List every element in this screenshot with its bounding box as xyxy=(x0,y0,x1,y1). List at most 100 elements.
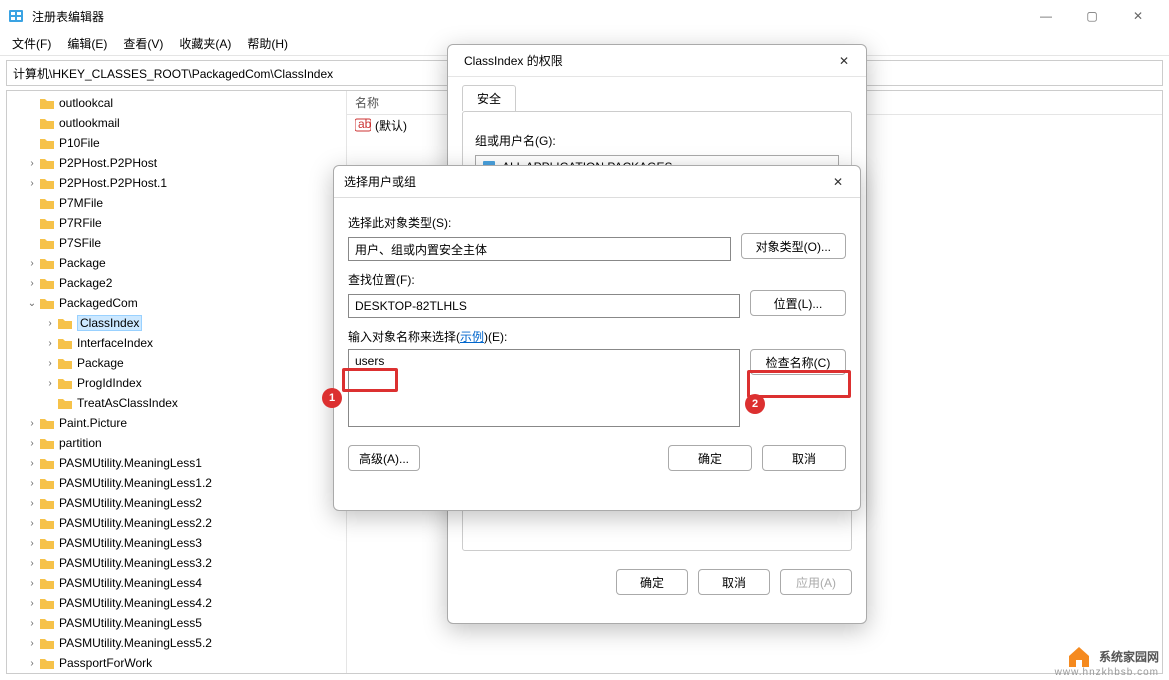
tree-item-P10File[interactable]: P10File xyxy=(7,133,346,153)
tree-item-PASMUtility-MeaningLess1[interactable]: ›PASMUtility.MeaningLess1 xyxy=(7,453,346,473)
expand-icon[interactable]: › xyxy=(43,378,57,389)
expand-icon[interactable]: › xyxy=(25,278,39,289)
expand-icon[interactable]: › xyxy=(25,658,39,669)
perm-apply-button[interactable]: 应用(A) xyxy=(780,569,852,595)
tree-item-P7SFile[interactable]: P7SFile xyxy=(7,233,346,253)
select-cancel-button[interactable]: 取消 xyxy=(762,445,846,471)
tree-item-PASMUtility-MeaningLess4-2[interactable]: › PASMUtility.MeaningLess4.2 xyxy=(7,593,346,613)
tree-item-ClassIndex[interactable]: ›ClassIndex xyxy=(7,313,346,333)
tree-item-Package[interactable]: ›Package xyxy=(7,353,346,373)
expand-icon[interactable]: › xyxy=(43,358,57,369)
select-close-button[interactable]: ✕ xyxy=(826,170,850,194)
titlebar: 注册表编辑器 — ▢ ✕ xyxy=(0,0,1169,32)
tree-item-PASMUtility-MeaningLess1-2[interactable]: ›PASMUtility.MeaningLess1.2 xyxy=(7,473,346,493)
expand-icon[interactable]: › xyxy=(25,178,39,189)
folder-icon xyxy=(57,356,73,370)
select-advanced-button[interactable]: 高级(A)... xyxy=(348,445,420,471)
examples-link[interactable]: 示例 xyxy=(460,330,484,344)
tree-label: PASMUtility.MeaningLess3 xyxy=(59,536,202,550)
folder-icon xyxy=(39,556,55,570)
tree-pane[interactable]: outlookcaloutlookmailP10File›P2PHost.P2P… xyxy=(7,91,347,673)
expand-icon[interactable]: › xyxy=(43,318,57,329)
expand-icon[interactable]: › xyxy=(25,538,39,549)
menu-help[interactable]: 帮助(H) xyxy=(239,33,296,54)
tab-security[interactable]: 安全 xyxy=(462,85,516,111)
tree-item-PASMUtility-MeaningLess2[interactable]: ›PASMUtility.MeaningLess2 xyxy=(7,493,346,513)
tree-label: PackagedCom xyxy=(59,296,138,310)
expand-icon[interactable]: › xyxy=(25,618,39,629)
tree-item-P7MFile[interactable]: P7MFile xyxy=(7,193,346,213)
tree-label: PASMUtility.MeaningLess2.2 xyxy=(59,516,212,530)
tree-item-PackagedCom[interactable]: ⌄ PackagedCom xyxy=(7,293,346,313)
folder-icon xyxy=(39,536,55,550)
perm-cancel-button[interactable]: 取消 xyxy=(698,569,770,595)
folder-icon xyxy=(39,96,55,110)
tree-item-PASMUtility-MeaningLess2-2[interactable]: › PASMUtility.MeaningLess2.2 xyxy=(7,513,346,533)
menu-favorites[interactable]: 收藏夹(A) xyxy=(171,33,239,54)
folder-icon xyxy=(39,156,55,170)
maximize-button[interactable]: ▢ xyxy=(1069,0,1115,32)
menu-file[interactable]: 文件(F) xyxy=(4,33,59,54)
expand-icon[interactable]: › xyxy=(43,338,57,349)
expand-icon[interactable]: › xyxy=(25,478,39,489)
string-value-icon: ab xyxy=(355,118,371,132)
expand-icon[interactable]: › xyxy=(25,418,39,429)
tree-label: PASMUtility.MeaningLess4.2 xyxy=(59,596,212,610)
permissions-dialog-titlebar[interactable]: ClassIndex 的权限 ✕ xyxy=(448,45,866,77)
tree-item-P7RFile[interactable]: P7RFile xyxy=(7,213,346,233)
select-ok-button[interactable]: 确定 xyxy=(668,445,752,471)
folder-icon xyxy=(57,376,73,390)
menu-view[interactable]: 查看(V) xyxy=(115,33,171,54)
menu-edit[interactable]: 编辑(E) xyxy=(59,33,115,54)
tree-item-TreatAsClassIndex[interactable]: TreatAsClassIndex xyxy=(7,393,346,413)
expand-icon[interactable]: › xyxy=(25,518,39,529)
expand-icon[interactable]: › xyxy=(25,258,39,269)
expand-icon[interactable]: › xyxy=(25,598,39,609)
watermark-text: 系统家园网 xyxy=(1099,648,1159,665)
tree-item-PASMUtility-MeaningLess5-2[interactable]: › PASMUtility.MeaningLess5.2 xyxy=(7,633,346,653)
location-value: DESKTOP-82TLHLS xyxy=(355,299,467,313)
folder-icon xyxy=(39,636,55,650)
expand-icon[interactable]: › xyxy=(25,458,39,469)
tree-item-PASMUtility-MeaningLess4[interactable]: ›PASMUtility.MeaningLess4 xyxy=(7,573,346,593)
object-types-button[interactable]: 对象类型(O)... xyxy=(741,233,846,259)
names-textarea[interactable]: users xyxy=(348,349,740,427)
tree-item-outlookmail[interactable]: outlookmail xyxy=(7,113,346,133)
folder-icon xyxy=(39,276,55,290)
perm-ok-button[interactable]: 确定 xyxy=(616,569,688,595)
expand-icon[interactable]: › xyxy=(25,158,39,169)
tree-item-Package[interactable]: ›Package xyxy=(7,253,346,273)
tree-item-InterfaceIndex[interactable]: ›InterfaceIndex xyxy=(7,333,346,353)
expand-icon[interactable]: ⌄ xyxy=(25,298,39,309)
tree-item-P2PHost-P2PHost-1[interactable]: ›P2PHost.P2PHost.1 xyxy=(7,173,346,193)
folder-icon xyxy=(39,296,55,310)
tree-item-outlookcal[interactable]: outlookcal xyxy=(7,93,346,113)
select-dialog-titlebar[interactable]: 选择用户或组 ✕ xyxy=(334,166,860,198)
expand-icon[interactable]: › xyxy=(25,558,39,569)
tree-item-Paint-Picture[interactable]: ›Paint.Picture xyxy=(7,413,346,433)
locations-button[interactable]: 位置(L)... xyxy=(750,290,846,316)
minimize-button[interactable]: — xyxy=(1023,0,1069,32)
names-label-pre: 输入对象名称来选择( xyxy=(348,330,460,344)
tree-item-PASMUtility-MeaningLess5[interactable]: ›PASMUtility.MeaningLess5 xyxy=(7,613,346,633)
tree-item-PASMUtility-MeaningLess3[interactable]: › PASMUtility.MeaningLess3 xyxy=(7,533,346,553)
expand-icon[interactable]: › xyxy=(25,578,39,589)
tree-item-P2PHost-P2PHost[interactable]: ›P2PHost.P2PHost xyxy=(7,153,346,173)
tree-label: P7MFile xyxy=(59,196,103,210)
permissions-close-button[interactable]: ✕ xyxy=(832,49,856,73)
tree-item-Package2[interactable]: ›Package2 xyxy=(7,273,346,293)
tree-item-PassportForWork[interactable]: ›PassportForWork xyxy=(7,653,346,673)
tree-label: PASMUtility.MeaningLess5.2 xyxy=(59,636,212,650)
expand-icon[interactable]: › xyxy=(25,638,39,649)
check-names-button[interactable]: 检查名称(C) xyxy=(750,349,846,375)
select-dialog-title: 选择用户或组 xyxy=(344,173,826,190)
expand-icon[interactable]: › xyxy=(25,498,39,509)
tree-item-ProgIdIndex[interactable]: ›ProgIdIndex xyxy=(7,373,346,393)
tree-item-PASMUtility-MeaningLess3-2[interactable]: ›PASMUtility.MeaningLess3.2 xyxy=(7,553,346,573)
folder-icon xyxy=(39,436,55,450)
folder-icon xyxy=(39,516,55,530)
expand-icon[interactable]: › xyxy=(25,438,39,449)
close-button[interactable]: ✕ xyxy=(1115,0,1161,32)
watermark: 系统家园网 xyxy=(1065,642,1159,670)
tree-item-partition[interactable]: ›partition xyxy=(7,433,346,453)
